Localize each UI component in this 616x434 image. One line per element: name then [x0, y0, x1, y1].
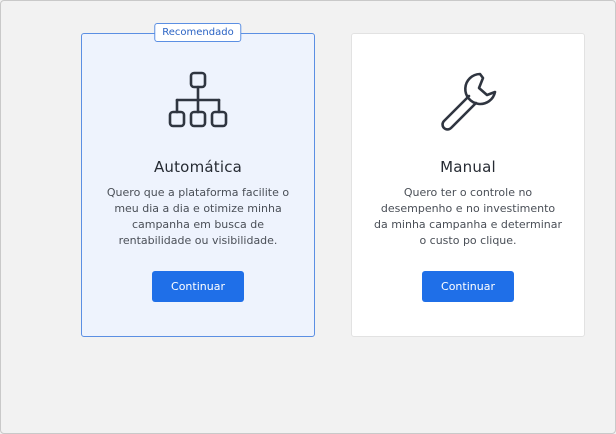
card-title: Manual [440, 158, 496, 176]
continue-automatic-button[interactable]: Continuar [152, 271, 244, 302]
hierarchy-icon [168, 71, 228, 128]
recommended-badge: Recomendado [154, 23, 242, 42]
wrench-icon [441, 72, 497, 131]
continue-manual-button[interactable]: Continuar [422, 271, 514, 302]
card-description: Quero ter o controle no desempenho e no … [374, 186, 563, 247]
option-card-automatic[interactable]: Recomendado Automática Quero que a plata… [81, 23, 315, 337]
window-frame: Recomendado Automática Quero que a plata… [0, 0, 616, 434]
card-title: Automática [153, 158, 243, 176]
option-card-manual[interactable]: Manual Quero ter o controle no desempenh… [351, 33, 585, 337]
card-description: Quero que a plataforma facilite o meu di… [106, 186, 290, 247]
